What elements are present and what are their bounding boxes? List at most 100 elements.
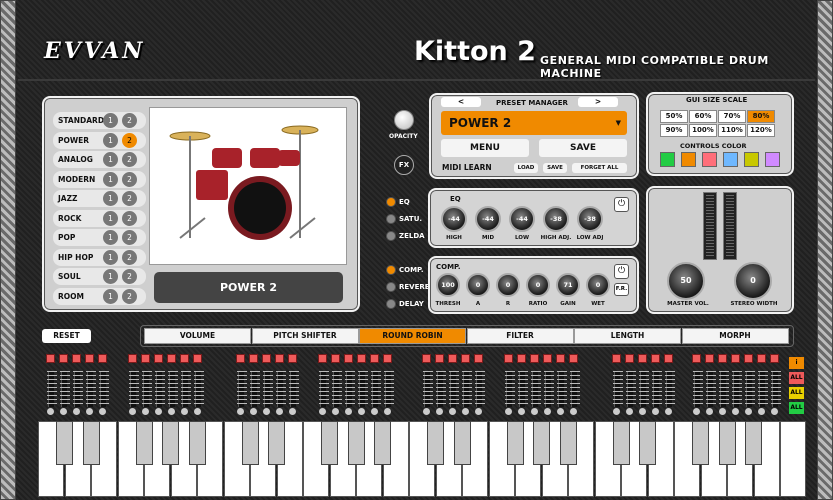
kit-variant-1-button[interactable]: 1 (103, 288, 118, 304)
kit-variant-2-button[interactable]: 2 (122, 113, 137, 128)
zelda-radio[interactable] (386, 231, 396, 241)
channel-slider[interactable] (449, 371, 459, 407)
satu-radio[interactable] (386, 214, 396, 224)
eq-power-icon[interactable]: ⏻ (614, 197, 629, 212)
side-button[interactable]: i (789, 357, 804, 369)
channel-pan-knob[interactable] (181, 408, 188, 415)
channel-pan-knob[interactable] (289, 408, 296, 415)
drum-pad[interactable] (664, 354, 673, 363)
kit-variant-2-button[interactable]: 2 (122, 288, 137, 304)
comp-knob[interactable]: 71 (556, 273, 580, 297)
black-key[interactable] (506, 421, 524, 465)
channel-slider[interactable] (758, 371, 768, 407)
black-key[interactable] (268, 421, 285, 465)
channel-slider[interactable] (276, 371, 286, 407)
drum-pad[interactable] (46, 354, 55, 363)
black-key[interactable] (347, 421, 365, 465)
eq-knob[interactable]: -38 (577, 206, 603, 232)
black-key[interactable] (639, 421, 656, 465)
drum-pad[interactable] (731, 354, 740, 363)
channel-pan-knob[interactable] (263, 408, 270, 415)
midi-forget-all-button[interactable]: FORGET ALL (572, 163, 627, 173)
channel-pan-knob[interactable] (237, 408, 244, 415)
gui-size-option[interactable]: 80% (747, 110, 775, 123)
kit-variant-2-button[interactable]: 2 (122, 269, 137, 284)
save-button[interactable]: SAVE (539, 139, 627, 157)
kit-variant-1-button[interactable]: 1 (103, 210, 118, 226)
channel-pan-knob[interactable] (462, 408, 469, 415)
channel-pan-knob[interactable] (73, 408, 80, 415)
black-key[interactable] (559, 421, 577, 465)
channel-slider[interactable] (423, 371, 433, 407)
drum-pad[interactable] (167, 354, 176, 363)
channel-pan-knob[interactable] (758, 408, 765, 415)
gui-size-option[interactable]: 50% (660, 110, 688, 123)
channel-slider[interactable] (518, 371, 528, 407)
drum-pad[interactable] (141, 354, 150, 363)
eq-radio[interactable] (386, 197, 396, 207)
channel-slider[interactable] (544, 371, 554, 407)
channel-pan-knob[interactable] (626, 408, 633, 415)
channel-pan-knob[interactable] (47, 408, 54, 415)
black-key[interactable] (612, 421, 630, 465)
channel-slider[interactable] (570, 371, 580, 407)
black-key[interactable] (56, 421, 73, 465)
comp-fr-button[interactable]: F.R. (614, 283, 629, 296)
channel-pan-knob[interactable] (518, 408, 525, 415)
channel-slider[interactable] (155, 371, 165, 407)
channel-pan-knob[interactable] (319, 408, 326, 415)
drum-pad[interactable] (422, 354, 431, 363)
comp-knob[interactable]: 0 (466, 273, 490, 297)
color-swatch[interactable] (723, 152, 738, 167)
drum-pad[interactable] (85, 354, 94, 363)
channel-pan-knob[interactable] (332, 408, 339, 415)
drum-pad[interactable] (569, 354, 578, 363)
channel-slider[interactable] (237, 371, 247, 407)
comp-knob[interactable]: 0 (496, 273, 520, 297)
eq-knob[interactable]: -44 (475, 206, 501, 232)
kit-variant-1-button[interactable]: 1 (103, 132, 118, 148)
drum-pad[interactable] (318, 354, 327, 363)
tab-filter[interactable]: FILTER (466, 328, 574, 344)
side-button[interactable]: ALL (789, 387, 804, 399)
channel-slider[interactable] (319, 371, 329, 407)
menu-button[interactable]: MENU (441, 139, 529, 157)
reverb-radio[interactable] (386, 282, 396, 292)
channel-pan-knob[interactable] (732, 408, 739, 415)
drum-pad[interactable] (344, 354, 353, 363)
drum-pad[interactable] (448, 354, 457, 363)
kit-variant-2-button[interactable]: 2 (122, 249, 137, 265)
channel-slider[interactable] (531, 371, 541, 407)
channel-slider[interactable] (47, 371, 57, 407)
channel-slider[interactable] (771, 371, 781, 407)
kit-variant-1-button[interactable]: 1 (103, 191, 118, 206)
channel-slider[interactable] (652, 371, 662, 407)
channel-pan-knob[interactable] (719, 408, 726, 415)
channel-slider[interactable] (168, 371, 178, 407)
tab-volume[interactable]: VOLUME (144, 328, 251, 344)
gui-size-option[interactable]: 100% (689, 124, 717, 137)
black-key[interactable] (533, 421, 550, 465)
comp-knob[interactable]: 100 (436, 273, 460, 297)
black-key[interactable] (321, 421, 338, 465)
channel-slider[interactable] (665, 371, 675, 407)
drum-pad[interactable] (651, 354, 660, 363)
drum-pad[interactable] (543, 354, 552, 363)
drum-pad[interactable] (517, 354, 526, 363)
channel-slider[interactable] (557, 371, 567, 407)
channel-pan-knob[interactable] (544, 408, 551, 415)
black-key[interactable] (188, 421, 206, 465)
channel-pan-knob[interactable] (384, 408, 391, 415)
color-swatch[interactable] (681, 152, 696, 167)
eq-knob[interactable]: -38 (543, 206, 569, 232)
comp-knob[interactable]: 0 (586, 273, 610, 297)
drum-pad[interactable] (193, 354, 202, 363)
channel-pan-knob[interactable] (557, 408, 564, 415)
comp-knob[interactable]: 0 (526, 273, 550, 297)
preset-select[interactable]: POWER 2 ▼ (441, 111, 627, 135)
black-key[interactable] (241, 421, 259, 465)
kit-variant-1-button[interactable]: 1 (103, 171, 118, 187)
kit-variant-1-button[interactable]: 1 (103, 230, 118, 245)
kit-variant-1-button[interactable]: 1 (103, 249, 118, 265)
black-key[interactable] (718, 421, 736, 465)
